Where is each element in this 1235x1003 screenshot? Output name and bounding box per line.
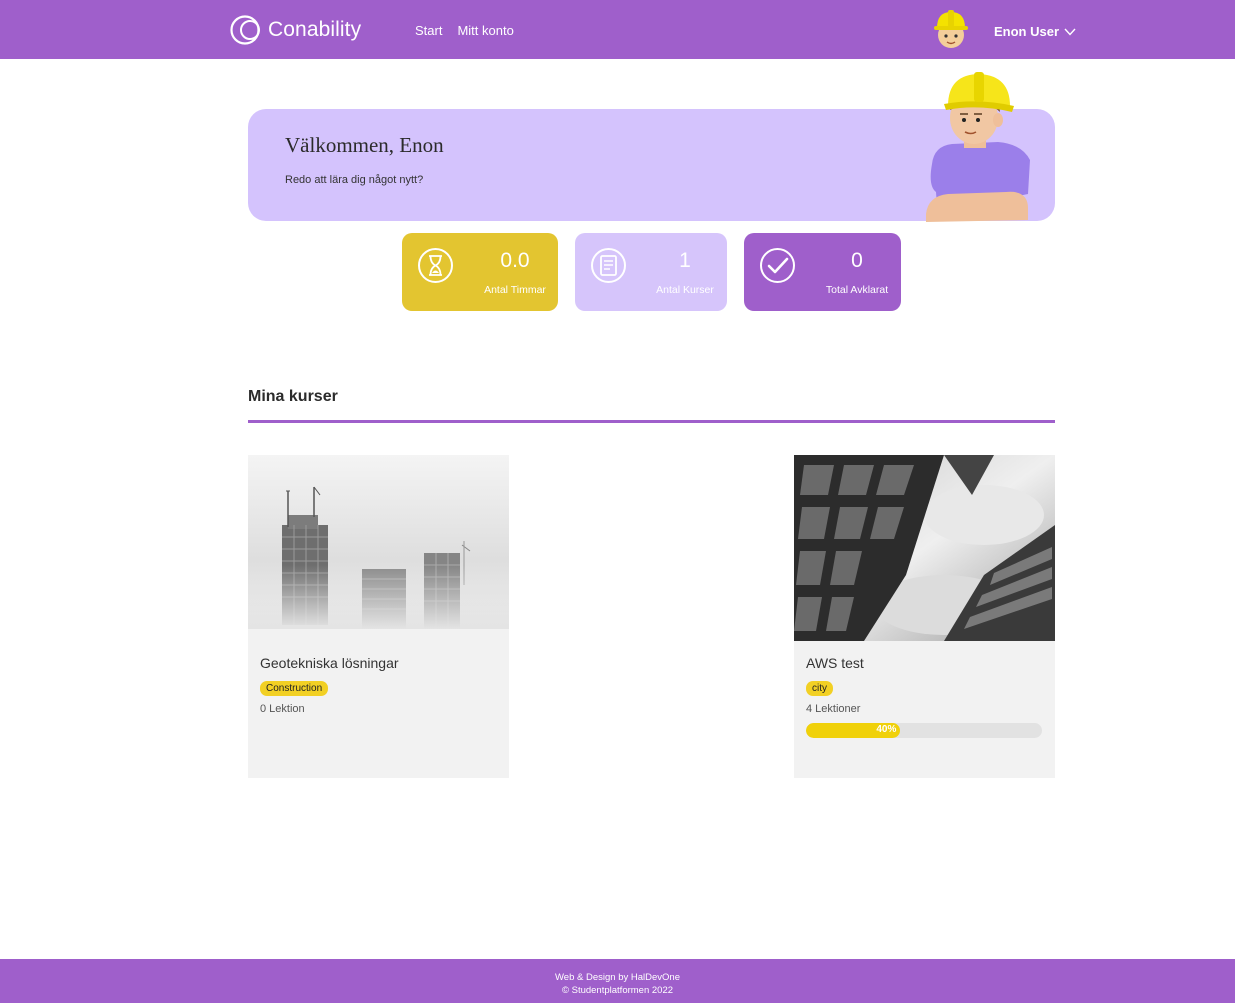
course-progress-fill: 40% bbox=[806, 723, 901, 738]
course-lessons: 0 Lektion bbox=[260, 703, 305, 715]
avatar[interactable] bbox=[928, 6, 974, 52]
chevron-down-icon bbox=[1064, 28, 1076, 36]
course-tag: city bbox=[806, 681, 833, 696]
course-lessons: 4 Lektioner bbox=[806, 703, 861, 715]
course-image-foggy-construction bbox=[248, 455, 509, 629]
course-progress-bar: 40% bbox=[806, 723, 1042, 738]
course-title[interactable]: AWS test bbox=[806, 655, 864, 671]
nav-start[interactable]: Start bbox=[415, 23, 442, 38]
user-menu[interactable]: Enon User bbox=[994, 24, 1076, 39]
course-card[interactable]: Geotekniska lösningar Construction 0 Lek… bbox=[248, 455, 509, 778]
footer-credit: Web & Design by HalDevOne bbox=[555, 972, 680, 983]
stat-hours-card: 0.0 Antal Timmar bbox=[402, 233, 558, 311]
checkmark-icon bbox=[760, 248, 795, 283]
book-icon bbox=[591, 248, 626, 283]
section-divider bbox=[248, 420, 1055, 423]
course-title[interactable]: Geotekniska lösningar bbox=[260, 655, 399, 671]
course-card[interactable]: AWS test city 4 Lektioner 40% bbox=[794, 455, 1055, 778]
footer: Web & Design by HalDevOne © Studentplatf… bbox=[0, 959, 1235, 1003]
brand-logo[interactable]: Conability bbox=[229, 14, 361, 46]
logo-rings-icon bbox=[230, 15, 260, 45]
course-tag: Construction bbox=[260, 681, 329, 696]
welcome-subtitle: Redo att lära dig något nytt? bbox=[285, 174, 424, 186]
stat-hours-value: 0.0 bbox=[500, 249, 530, 272]
footer-copyright: © Studentplatformen 2022 bbox=[561, 984, 674, 996]
nav-my-account[interactable]: Mitt konto bbox=[457, 23, 513, 38]
stat-completed-card: 0 Total Avklarat bbox=[744, 233, 901, 311]
course-progress-label: 40% bbox=[876, 724, 897, 735]
stat-completed-value: 0 bbox=[851, 249, 863, 272]
stat-courses-label: Antal Kurser bbox=[656, 284, 714, 296]
stat-completed-label: Total Avklarat bbox=[825, 284, 889, 296]
user-name: Enon User bbox=[994, 24, 1060, 39]
course-image-skyscrapers bbox=[794, 455, 1055, 641]
stat-courses-value: 1 bbox=[679, 249, 691, 272]
stat-hours-label: Antal Timmar bbox=[484, 284, 546, 296]
main-nav: Start Mitt konto bbox=[415, 23, 514, 38]
brand-name: Conability bbox=[268, 18, 362, 41]
welcome-title: Välkommen, Enon bbox=[285, 133, 444, 157]
construction-worker-illustration bbox=[926, 72, 1030, 222]
hourglass-icon bbox=[418, 248, 453, 283]
top-navbar: Conability Start Mitt konto Enon User bbox=[0, 0, 1235, 59]
stat-courses-card: 1 Antal Kurser bbox=[575, 233, 727, 311]
section-title: Mina kurser bbox=[248, 388, 338, 405]
